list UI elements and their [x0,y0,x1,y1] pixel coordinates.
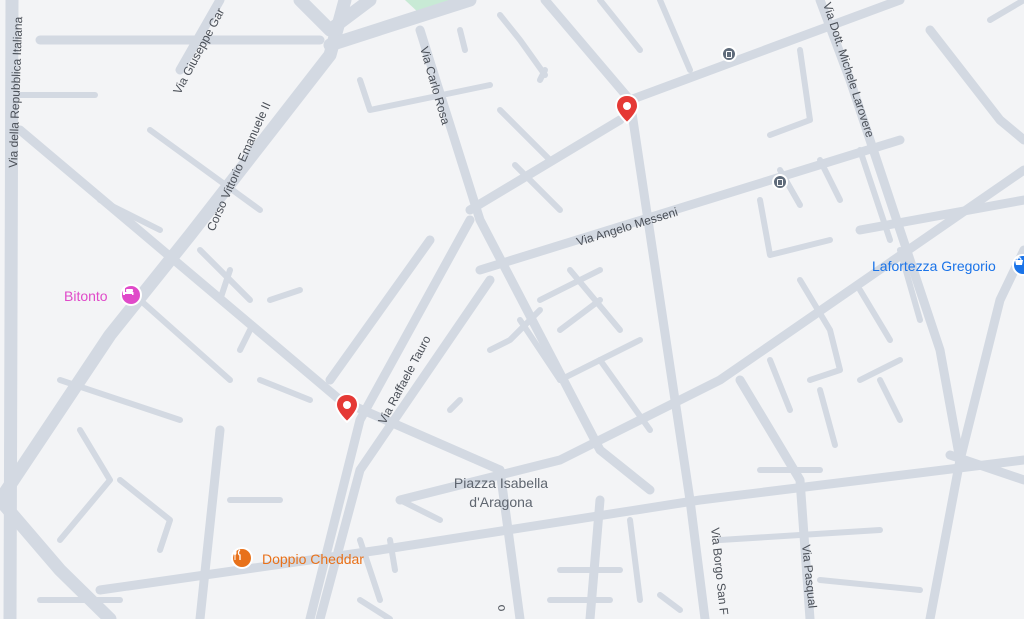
bus-stop-icon[interactable] [772,174,788,190]
road-corso-vittorio [0,0,352,507]
hotel-icon[interactable] [120,284,142,306]
bus-stop-icon[interactable] [721,46,737,62]
map-pin-icon[interactable] [614,94,640,124]
place-label-piazza-line2: d'Aragona [469,494,533,510]
place-label-piazza-line1: Piazza Isabella [454,475,548,491]
map-canvas[interactable]: Via della Repubblica Italiana Via Giusep… [0,0,1024,619]
restaurant-icon[interactable] [231,547,253,569]
street-label-via-giuseppe-gar: Via Giuseppe Gar [170,6,227,97]
poi-label-doppio-cheddar[interactable]: Doppio Cheddar [262,551,364,567]
poi-label-bitonto[interactable]: Bitonto [64,288,108,304]
street-label-via-angelo-messeni: Via Angelo Messeni [575,205,680,249]
road-network: Via della Repubblica Italiana Via Giusep… [0,0,1024,619]
street-label-via-pasqual: Via Pasqual [799,544,820,609]
street-label-via-carlo-rosa: Via Carlo Rosa [417,45,453,127]
street-label-bottom-stub: o [495,604,510,612]
map-pin-icon[interactable] [334,393,360,423]
poi-label-lafortezza[interactable]: Lafortezza Gregorio [872,258,996,274]
street-label-corso-vittorio: Corso Vittorio Emanuele II [204,100,274,233]
